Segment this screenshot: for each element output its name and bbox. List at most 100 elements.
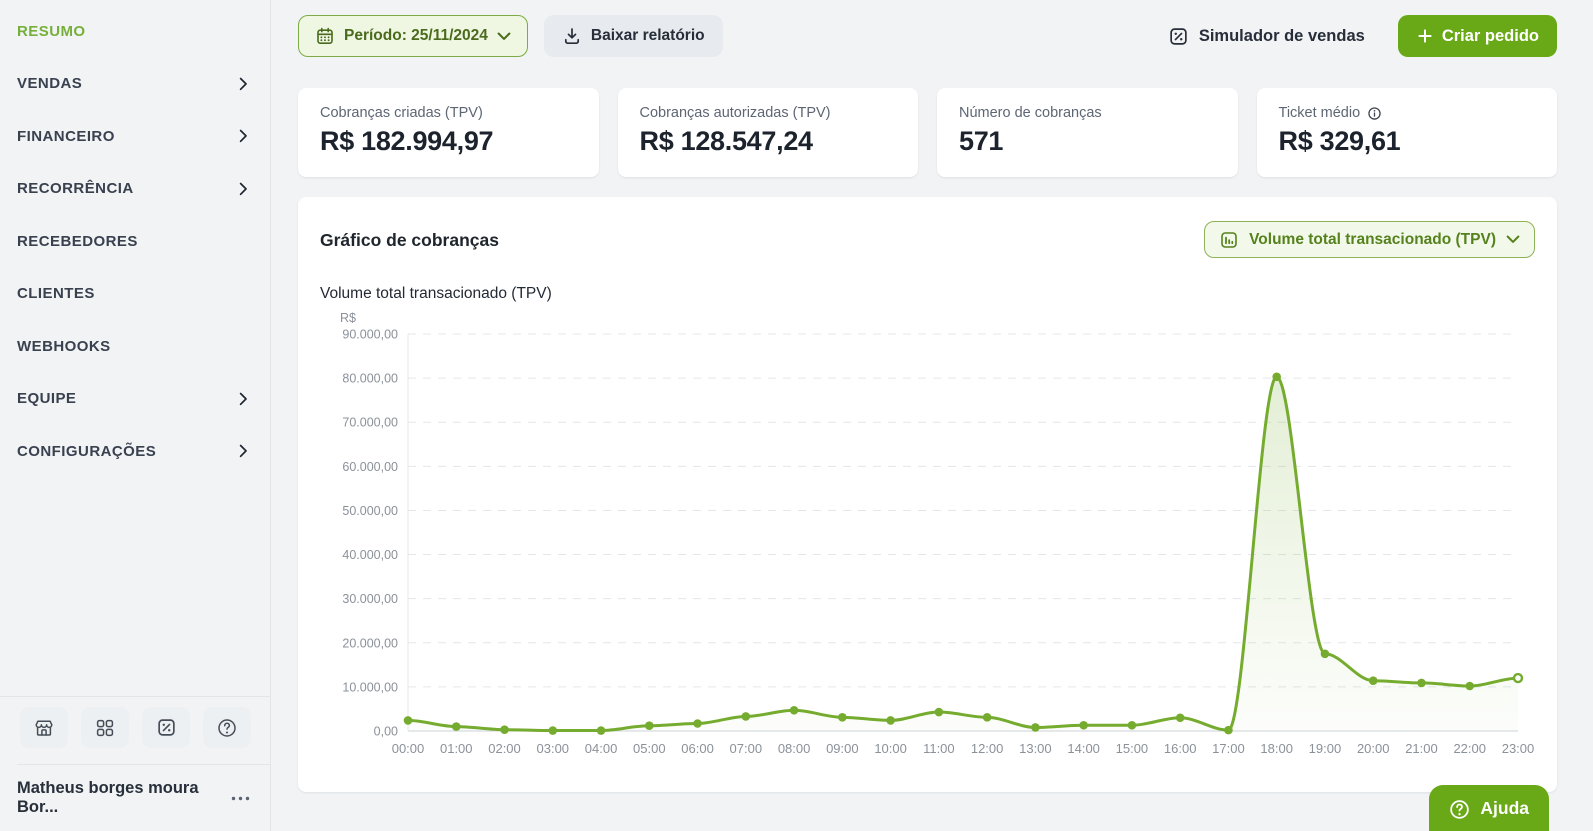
- svg-text:02:00: 02:00: [488, 741, 521, 756]
- main-content: Período: 25/11/2024 Baixar relatório Sim…: [271, 0, 1593, 831]
- svg-text:12:00: 12:00: [971, 741, 1004, 756]
- period-label: Período: 25/11/2024: [344, 27, 488, 45]
- svg-text:80.000,00: 80.000,00: [342, 372, 398, 386]
- sidebar-item-label: CLIENTES: [17, 285, 95, 302]
- sidebar-item-label: RESUMO: [17, 23, 86, 40]
- help-button-label: Ajuda: [1480, 798, 1529, 819]
- svg-text:00:00: 00:00: [392, 741, 425, 756]
- svg-text:20.000,00: 20.000,00: [342, 636, 398, 650]
- sidebar-item-vendas[interactable]: VENDAS: [0, 58, 270, 111]
- svg-text:05:00: 05:00: [633, 741, 666, 756]
- stat-label: Cobranças criadas (TPV): [320, 105, 577, 121]
- help-button[interactable]: Ajuda: [1429, 785, 1549, 831]
- svg-text:21:00: 21:00: [1405, 741, 1438, 756]
- svg-text:60.000,00: 60.000,00: [342, 460, 398, 474]
- topbar: Período: 25/11/2024 Baixar relatório Sim…: [298, 15, 1557, 57]
- sidebar-item-label: WEBHOOKS: [17, 338, 111, 355]
- svg-text:20:00: 20:00: [1357, 741, 1390, 756]
- sidebar-item-recorrencia[interactable]: RECORRÊNCIA: [0, 163, 270, 216]
- sidebar-nav: RESUMO VENDAS FINANCEIRO RECORRÊNCIA RECEBED…: [0, 0, 270, 478]
- footer-sales-simulator-button[interactable]: [142, 707, 190, 748]
- sidebar-item-clientes[interactable]: CLIENTES: [0, 268, 270, 321]
- help-icon: [216, 717, 238, 739]
- app-root: RESUMO VENDAS FINANCEIRO RECORRÊNCIA RECEBED…: [0, 0, 1593, 831]
- sidebar-item-label: RECORRÊNCIA: [17, 180, 134, 197]
- stat-label: Cobranças autorizadas (TPV): [640, 105, 897, 121]
- sidebar-footer-icons: [0, 707, 270, 748]
- stat-value: R$ 128.547,24: [640, 126, 897, 157]
- svg-text:10.000,00: 10.000,00: [342, 680, 398, 694]
- svg-text:06:00: 06:00: [681, 741, 714, 756]
- svg-text:01:00: 01:00: [440, 741, 473, 756]
- svg-text:11:00: 11:00: [923, 741, 955, 756]
- chevron-down-icon: [497, 32, 511, 41]
- stat-card: Cobranças criadas (TPV) R$ 182.994,97: [298, 88, 599, 177]
- tpv-chart: R$ 0,0010.000,0020.000,0030.000,0040.000…: [320, 307, 1535, 772]
- stat-label: Ticket médio: [1279, 105, 1536, 121]
- help-icon: [1448, 798, 1471, 821]
- y-axis-unit-label: R$: [340, 311, 356, 325]
- stat-label: Número de cobranças: [959, 105, 1216, 121]
- download-report-button[interactable]: Baixar relatório: [544, 15, 723, 57]
- plus-icon: [1416, 27, 1434, 45]
- sales-simulator-icon: [1168, 26, 1189, 47]
- svg-text:10:00: 10:00: [874, 741, 907, 756]
- sidebar-item-webhooks[interactable]: WEBHOOKS: [0, 320, 270, 373]
- sidebar-item-resumo[interactable]: RESUMO: [0, 5, 270, 58]
- apps-grid-icon: [94, 717, 116, 739]
- stat-value: 571: [959, 126, 1216, 157]
- stat-card: Cobranças autorizadas (TPV) R$ 128.547,24: [618, 88, 919, 177]
- svg-text:14:00: 14:00: [1067, 741, 1100, 756]
- stat-value: R$ 182.994,97: [320, 126, 577, 157]
- chevron-right-icon: [239, 182, 248, 196]
- svg-text:0,00: 0,00: [374, 725, 398, 739]
- ellipsis-icon[interactable]: [231, 796, 250, 801]
- info-icon[interactable]: [1367, 106, 1382, 121]
- svg-text:50.000,00: 50.000,00: [342, 504, 398, 518]
- svg-text:40.000,00: 40.000,00: [342, 548, 398, 562]
- sidebar-item-label: CONFIGURAÇÕES: [17, 443, 156, 460]
- sidebar-item-equipe[interactable]: EQUIPE: [0, 373, 270, 426]
- user-row: Matheus borges moura Bor...: [0, 765, 270, 817]
- svg-text:70.000,00: 70.000,00: [342, 416, 398, 430]
- chart-subtitle: Volume total transacionado (TPV): [320, 285, 1535, 303]
- stat-value: R$ 329,61: [1279, 126, 1536, 157]
- calendar-icon: [315, 26, 335, 46]
- chevron-down-icon: [1506, 235, 1520, 244]
- storefront-icon: [33, 717, 55, 739]
- sidebar-item-label: FINANCEIRO: [17, 128, 115, 145]
- stats-row: Cobranças criadas (TPV)R$ 182.994,97Cobr…: [298, 88, 1557, 177]
- tpv-area-fill: [408, 377, 1518, 731]
- footer-help-button[interactable]: [203, 707, 251, 748]
- svg-text:07:00: 07:00: [730, 741, 763, 756]
- sidebar-item-configuracoes[interactable]: CONFIGURAÇÕES: [0, 425, 270, 478]
- footer-storefront-button[interactable]: [20, 707, 68, 748]
- chart-card: Gráfico de cobranças Volume total transa…: [298, 197, 1557, 792]
- period-selector-button[interactable]: Período: 25/11/2024: [298, 15, 528, 57]
- sidebar-item-financeiro[interactable]: FINANCEIRO: [0, 110, 270, 163]
- chevron-right-icon: [239, 129, 248, 143]
- stat-card: Ticket médio R$ 329,61: [1257, 88, 1558, 177]
- chart-card-header: Gráfico de cobranças Volume total transa…: [320, 213, 1535, 258]
- sidebar-item-label: RECEBEDORES: [17, 233, 138, 250]
- sidebar-item-label: VENDAS: [17, 75, 82, 92]
- svg-text:16:00: 16:00: [1164, 741, 1197, 756]
- simulator-label: Simulador de vendas: [1199, 27, 1365, 46]
- create-order-button[interactable]: Criar pedido: [1398, 15, 1557, 57]
- sales-simulator-link[interactable]: Simulador de vendas: [1168, 26, 1365, 47]
- svg-text:19:00: 19:00: [1309, 741, 1342, 756]
- chevron-right-icon: [239, 77, 248, 91]
- svg-text:15:00: 15:00: [1116, 741, 1149, 756]
- svg-text:03:00: 03:00: [537, 741, 570, 756]
- stat-card: Número de cobranças 571: [937, 88, 1238, 177]
- sales-simulator-icon: [156, 717, 177, 738]
- svg-text:18:00: 18:00: [1260, 741, 1293, 756]
- sidebar: RESUMO VENDAS FINANCEIRO RECORRÊNCIA RECEBED…: [0, 0, 271, 831]
- svg-text:08:00: 08:00: [778, 741, 811, 756]
- user-name[interactable]: Matheus borges moura Bor...: [17, 779, 231, 817]
- metric-selector-label: Volume total transacionado (TPV): [1249, 231, 1496, 249]
- footer-apps-grid-button[interactable]: [81, 707, 129, 748]
- tpv-chart-svg: R$ 0,0010.000,0020.000,0030.000,0040.000…: [320, 307, 1535, 767]
- metric-selector-dropdown[interactable]: Volume total transacionado (TPV): [1204, 221, 1535, 258]
- sidebar-item-recebedores[interactable]: RECEBEDORES: [0, 215, 270, 268]
